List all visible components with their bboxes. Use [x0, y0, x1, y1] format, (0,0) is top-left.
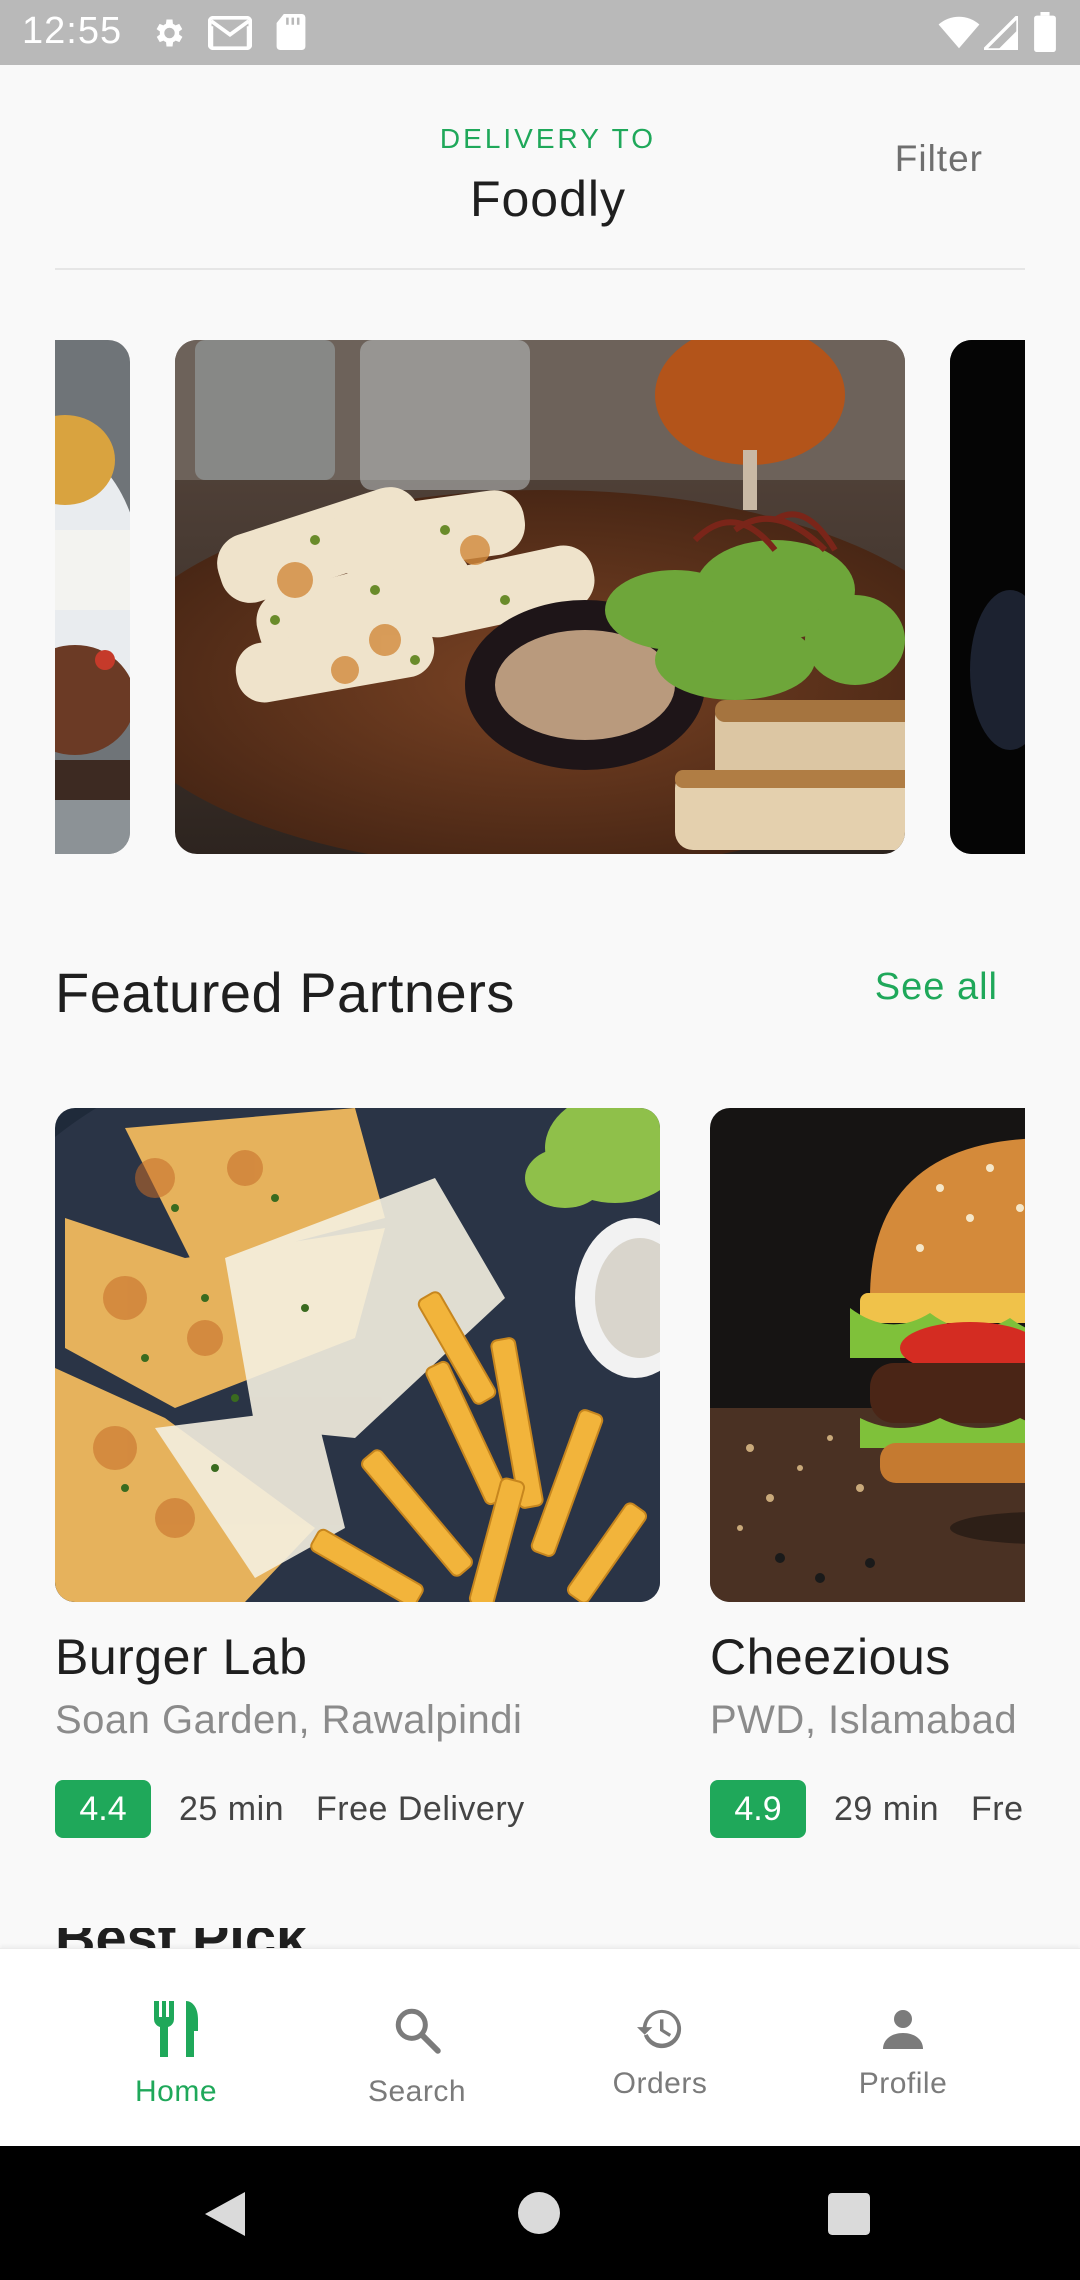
- partner-address: Soan Garden, Rawalpindi: [55, 1698, 523, 1742]
- nav-home[interactable]: Home: [76, 1949, 276, 2147]
- featured-partners-list[interactable]: Burger Lab Soan Garden, Rawalpindi 4.4 2…: [55, 1108, 1025, 1848]
- header-divider: [55, 268, 1025, 270]
- fork-knife-icon: [153, 2001, 198, 2057]
- nav-label: Profile: [858, 2067, 948, 2100]
- dark-food-image: [950, 340, 1025, 854]
- see-all-link[interactable]: See all: [875, 966, 998, 1009]
- nav-label: Home: [134, 2075, 218, 2108]
- nav-orders[interactable]: Orders: [560, 1949, 760, 2147]
- carousel-item-main[interactable]: [175, 340, 905, 854]
- nav-label: Orders: [612, 2067, 708, 2100]
- nav-label: Search: [367, 2075, 467, 2108]
- status-time: 12:55: [22, 10, 123, 52]
- nav-search[interactable]: Search: [317, 1949, 517, 2147]
- delivery-time: 25 min: [179, 1790, 285, 1828]
- burger-image: [710, 1108, 1025, 1602]
- wifi-icon: [938, 16, 980, 49]
- delivery-time: 29 min: [834, 1790, 940, 1828]
- nav-profile[interactable]: Profile: [803, 1949, 1003, 2147]
- history-icon: [637, 2009, 682, 2049]
- partner-image: [710, 1108, 1025, 1602]
- sd-card-icon: [276, 14, 306, 50]
- steak-plate-image: [55, 340, 130, 854]
- back-icon[interactable]: [205, 2192, 247, 2236]
- section-title: Featured Partners: [55, 961, 515, 1024]
- bottom-navigation: Home Search Orders Profile: [0, 1948, 1080, 2147]
- status-bar: 12:55: [0, 0, 1080, 65]
- promo-carousel[interactable]: [0, 340, 1080, 854]
- partner-address: PWD, Islamabad: [710, 1698, 1018, 1742]
- gear-icon: [156, 19, 183, 47]
- battery-icon: [1034, 12, 1056, 52]
- filter-button[interactable]: Filter: [895, 138, 983, 180]
- search-icon: [395, 2008, 441, 2054]
- carousel-item-next[interactable]: [950, 340, 1025, 854]
- delivery-fee: Free Delivery: [971, 1790, 1025, 1828]
- partner-card[interactable]: Burger Lab Soan Garden, Rawalpindi 4.4 2…: [55, 1108, 660, 1848]
- home-circle-icon[interactable]: [518, 2192, 560, 2234]
- gmail-icon: [208, 16, 252, 50]
- person-icon: [883, 2010, 923, 2049]
- top-bar: DELIVERY TO Foodly Filter: [0, 65, 1080, 270]
- featured-partners-header: Featured Partners See all: [55, 960, 1025, 1030]
- rating-badge: 4.4: [55, 1780, 151, 1838]
- quesadilla-fries-image: [55, 1108, 660, 1602]
- delivery-fee: Free Delivery: [316, 1790, 525, 1828]
- next-section-title: Best Pick: [55, 1928, 307, 1948]
- rating-badge: 4.9: [710, 1780, 806, 1838]
- carousel-item-prev[interactable]: [55, 340, 130, 854]
- system-navigation-bar: [0, 2146, 1080, 2280]
- partner-card[interactable]: Cheezious PWD, Islamabad 4.9 29 min Free…: [710, 1108, 1025, 1848]
- recents-icon[interactable]: [828, 2193, 870, 2235]
- signal-icon: [984, 16, 1018, 50]
- calamari-salad-image: [175, 340, 905, 854]
- partner-image: [55, 1108, 660, 1602]
- partner-name: Cheezious: [710, 1629, 951, 1685]
- partner-name: Burger Lab: [55, 1629, 308, 1685]
